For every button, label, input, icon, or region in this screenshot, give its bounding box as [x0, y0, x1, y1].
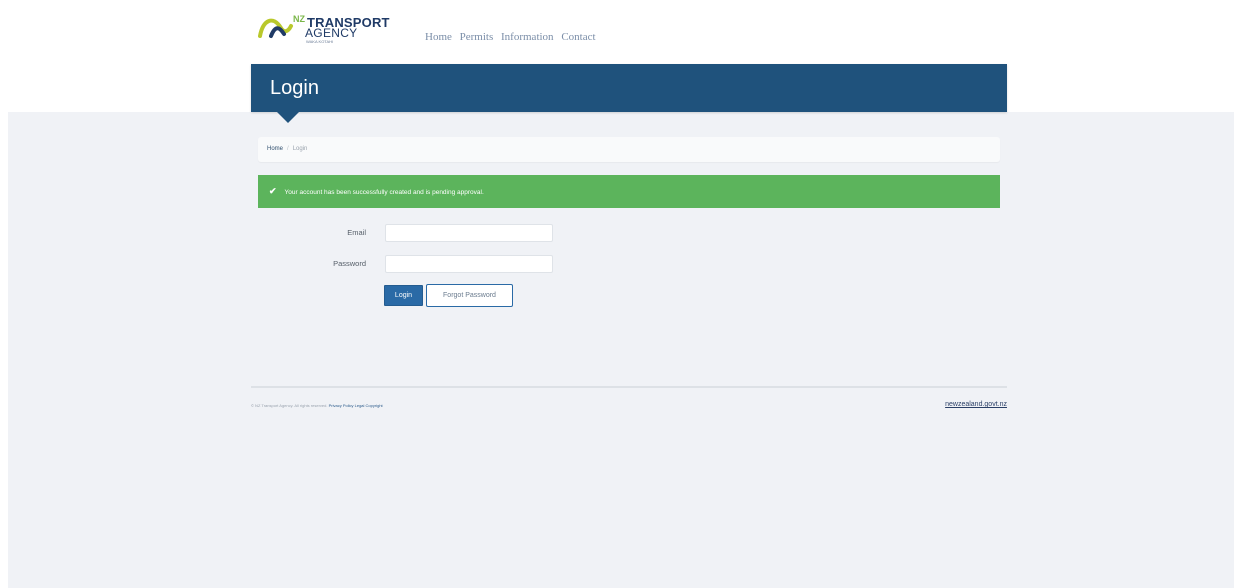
footer-copyright: © NZ Transport Agency. All rights reserv… — [251, 403, 328, 408]
page-title-bar: Login — [251, 64, 1007, 112]
breadcrumb-separator: / — [287, 146, 289, 152]
nav-home[interactable]: Home — [425, 31, 452, 43]
nav-contact[interactable]: Contact — [561, 31, 595, 43]
footer-link-copyright[interactable]: Copyright — [366, 403, 383, 408]
logo-wordmark: NZ TRANSPORT AGENCY WAKA KOTAHI — [293, 14, 390, 44]
breadcrumb: Home / Login — [258, 137, 1000, 162]
govt-nz-link[interactable]: newzealand.govt.nz — [919, 401, 1007, 408]
logo-line2: AGENCY — [305, 26, 358, 40]
logo-tagline: WAKA KOTAHI — [306, 39, 334, 44]
logo-prefix: NZ — [293, 14, 305, 24]
footer-link-privacy[interactable]: Privacy Policy — [329, 403, 354, 408]
alert-message: Your account has been successfully creat… — [284, 189, 484, 196]
nav-permits[interactable]: Permits — [460, 31, 494, 43]
email-field[interactable] — [385, 224, 553, 242]
password-field[interactable] — [385, 255, 553, 273]
nav-information[interactable]: Information — [501, 31, 554, 43]
footer-link-legal[interactable]: Legal — [355, 403, 365, 408]
footer-copyright-line: © NZ Transport Agency. All rights reserv… — [251, 403, 383, 408]
site-header: NZ TRANSPORT AGENCY WAKA KOTAHI Home Perm… — [251, 0, 1007, 64]
check-icon: ✔ — [269, 186, 277, 196]
main-nav: Home Permits Information Contact — [425, 31, 601, 43]
forgot-password-button[interactable]: Forgot Password — [426, 284, 513, 307]
login-button[interactable]: Login — [384, 285, 423, 306]
title-pointer-icon — [277, 112, 299, 123]
page-title: Login — [270, 77, 319, 99]
breadcrumb-home-link[interactable]: Home — [267, 146, 283, 152]
logo-swoosh-icon — [258, 18, 293, 38]
footer-divider — [251, 386, 1007, 388]
password-label: Password — [333, 259, 366, 268]
nzta-logo[interactable]: NZ TRANSPORT AGENCY WAKA KOTAHI — [257, 12, 407, 52]
success-alert: ✔ Your account has been successfully crea… — [258, 175, 1000, 208]
email-label: Email — [347, 228, 366, 237]
breadcrumb-current: Login — [292, 146, 308, 152]
